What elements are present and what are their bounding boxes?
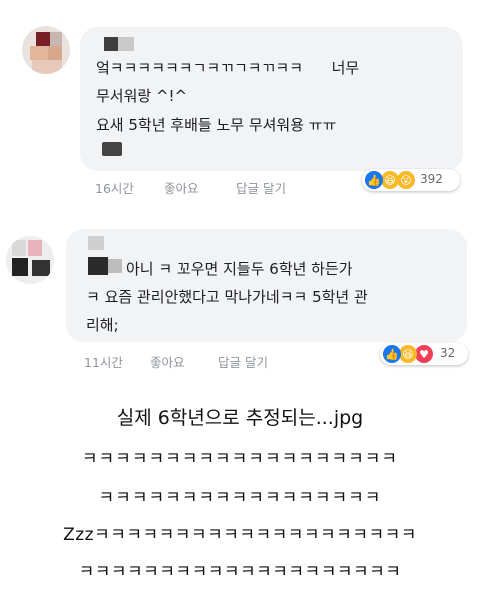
comment-time: 16시간: [95, 181, 134, 196]
haha-icon: 😆: [381, 171, 399, 189]
love-icon: ♥: [415, 345, 433, 363]
like-icon: 👍: [365, 171, 383, 189]
reply-link[interactable]: 답글 달기: [236, 178, 286, 197]
author-name-blurred[interactable]: [88, 236, 104, 250]
caption-line: ㅋㅋㅋㅋㅋㅋㅋㅋㅋㅋㅋㅋㅋㅋㅋㅋㅋ: [98, 488, 382, 508]
comment-text-line: ㅋ 요즘 관리안했다고 막나가네ㅋㅋ 5학년 관: [86, 288, 368, 306]
comment-bubble: 엌ㅋㅋㅋㅋㅋㅋㄱㅋㄲㄱㅋㄲㅋㅋ 너무 무서워랑 ^!^ 요새 5학년 후배들 노…: [80, 27, 463, 171]
reaction-count: 32: [440, 346, 456, 360]
comment-text-line: 요새 5학년 후배들 노무 무셔워용 ㅠㅠ: [96, 116, 337, 134]
comment-bubble: 아니 ㅋ 꼬우면 지들두 6학년 하든가 ㅋ 요즘 관리안했다고 막나가네ㅋㅋ …: [66, 229, 467, 342]
comment-text-line: 엌ㅋㅋㅋㅋㅋㅋㄱㅋㄲㄱㅋㄲㅋㅋ 너무: [96, 59, 360, 77]
like-link[interactable]: 좋아요: [164, 178, 199, 197]
comment-time: 11시간: [84, 355, 123, 370]
comment-text-line: 무서워랑 ^!^: [96, 87, 188, 105]
reaction-summary[interactable]: 👍 😆 ♥ 32: [380, 343, 468, 365]
avatar[interactable]: [6, 236, 54, 284]
caption-title: 실제 6학년으로 추정되는...jpg: [116, 407, 364, 429]
comment-text-line: 리해;: [86, 316, 119, 334]
caption-line: ㅋㅋㅋㅋㅋㅋㅋㅋㅋㅋㅋㅋㅋㅋㅋㅋㅋㅋㅋㅋ: [78, 562, 402, 582]
reaction-summary[interactable]: 👍 😆 😮 392: [362, 169, 460, 191]
reply-link[interactable]: 답글 달기: [218, 352, 268, 371]
reaction-count: 392: [420, 172, 443, 186]
wow-icon: 😮: [397, 171, 415, 189]
author-name-blurred[interactable]: [104, 37, 118, 51]
like-icon: 👍: [383, 345, 401, 363]
avatar[interactable]: [22, 26, 70, 74]
caption-line: ㅋㅋㅋㅋㅋㅋㅋㅋㅋㅋㅋㅋㅋㅋㅋㅋㅋㅋㅋ: [81, 449, 399, 469]
like-link[interactable]: 좋아요: [150, 352, 185, 371]
caption-line: Zzzㅋㅋㅋㅋㅋㅋㅋㅋㅋㅋㅋㅋㅋㅋㅋㅋㅋㅋㅋㅋ: [63, 525, 417, 545]
haha-icon: 😆: [399, 345, 417, 363]
comment-text-line: 아니 ㅋ 꼬우면 지들두 6학년 하든가: [126, 260, 353, 278]
